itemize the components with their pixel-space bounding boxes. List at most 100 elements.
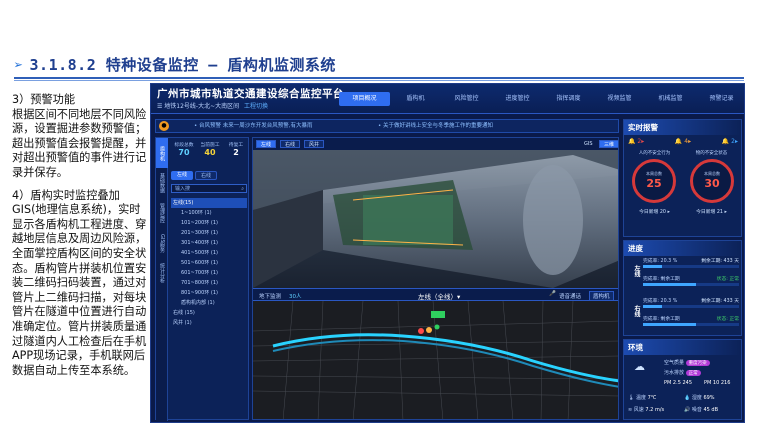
nav-tab-1[interactable]: 盾构机 — [390, 92, 441, 106]
tree-item[interactable]: 盾构机内部 (1) — [171, 298, 247, 308]
tree-item[interactable]: 1~100环 (1) — [171, 208, 247, 218]
environment-title: 环境 — [624, 340, 741, 355]
gauge-things-foot[interactable]: 今日新增 21 ▸ — [684, 208, 739, 215]
alert-message-1[interactable]: • 台风预警 未来一周沙东开发台风预警,有大暴雨 — [194, 120, 313, 132]
search-icon[interactable]: ⌕ — [241, 185, 244, 193]
alarm-count-1[interactable]: 🔔 4▸ — [675, 138, 691, 145]
dashboard-topbar: 广州市城市轨道交通建设综合监控平台 ☰ 地铁12号线-大北~大南区间 工程切换 … — [151, 84, 744, 114]
wind-icon: ≋ — [628, 407, 633, 413]
nav-tab-2[interactable]: 风险管控 — [441, 92, 492, 106]
stat-item: 待复工 2 — [223, 141, 249, 157]
heading-underline — [14, 77, 744, 79]
viewer-toolbar: 左线 右线 风井 GIS 三维 — [253, 138, 618, 150]
gauge-people-value: 25 — [646, 177, 662, 190]
vertical-tab-0[interactable]: 盾构机 — [156, 138, 168, 168]
slide: ➢ 3.1.8.2 特种设备监控 – 盾构机监测系统 3）预警功能 根据区间不同地… — [0, 0, 760, 433]
line-title[interactable]: 左线（全线）▾ — [418, 291, 460, 301]
nav-tab-5[interactable]: 视频监管 — [594, 92, 645, 106]
gauge-title-things: 物的不安全状态 — [695, 151, 728, 156]
stat-label: 当前施工 — [200, 143, 220, 148]
nav-tab-3[interactable]: 进度管控 — [492, 92, 543, 106]
wind-row: ≋ 风速 7.2 m/s — [628, 407, 665, 413]
tree-item[interactable]: 401~500环 (1) — [171, 248, 247, 258]
line-selector[interactable]: ☰ 地铁12号线-大北~大南区间 工程切换 — [157, 101, 268, 110]
tree-item[interactable]: 601~700环 (1) — [171, 268, 247, 278]
line-switch-button[interactable]: 工程切换 — [244, 103, 268, 110]
tunnel-3d-view[interactable] — [253, 150, 619, 288]
vertical-tab-1[interactable]: 基础数据 — [156, 168, 168, 198]
nav-tab-0[interactable]: 项目概况 — [339, 92, 390, 106]
arrow-icon: ➢ — [14, 56, 24, 74]
alarm-bell-icon: 🔔 — [674, 138, 685, 145]
segment-tree: 左线(15) 1~100环 (1) 101~200环 (1) 201~300环 (1)… — [171, 198, 247, 328]
paragraph-gis: 4）盾构实时监控叠加GIS(地理信息系统)，实时显示各盾构机工程进度、穿越地层信… — [12, 188, 147, 377]
gis-button[interactable]: GIS — [580, 140, 597, 148]
progress-title: 进度 — [624, 241, 741, 256]
gauge-people-foot[interactable]: 今日新增 20 ▸ — [627, 208, 682, 215]
tree-item[interactable]: 301~400环 (1) — [171, 238, 247, 248]
vertical-tab-3[interactable]: GIS服务 — [156, 228, 168, 258]
stat-item: 标段总数 70 — [171, 141, 197, 157]
stat-value: 2 — [233, 148, 239, 157]
nav-tab-4[interactable]: 指挥调度 — [543, 92, 594, 106]
stats-row: 标段总数 70 当前施工 40 待复工 2 — [171, 141, 249, 157]
gauge-title-people: 人的不安全行为 — [638, 151, 671, 156]
progress-section: 进度 左线 完成率: 20.3 % 剩余工期: 433 天完成率: 剩余工期 状态: … — [623, 240, 742, 336]
progress-bar — [643, 283, 739, 286]
thermometer-icon: 🌡 — [628, 395, 635, 401]
progress-side-label: 右线 — [633, 305, 640, 317]
air-quality-row: 空气质量 重度污染 — [664, 359, 710, 366]
gis-map[interactable] — [253, 301, 619, 420]
vertical-tabs: 盾构机 基础数据 管理监控 GIS服务 统计分析 — [156, 138, 168, 421]
viewer-tab-shaft[interactable]: 风井 — [304, 140, 325, 148]
tree-item[interactable]: 201~300环 (1) — [171, 228, 247, 238]
stat-label: 待复工 — [228, 143, 244, 148]
progress-bar — [643, 323, 739, 326]
gauge-people[interactable]: 本周总数 25 — [632, 159, 676, 203]
dashboard-title: 广州市城市轨道交通建设综合监控平台 — [157, 88, 344, 100]
viewer-tab-right[interactable]: 右线 — [280, 140, 301, 148]
alarm-count-0[interactable]: 🔔 2▸ — [628, 138, 644, 145]
pill-left-line[interactable]: 左线 — [171, 171, 193, 180]
underground-count: 30人 — [289, 294, 302, 300]
nav-tab-6[interactable]: 机械监管 — [645, 92, 696, 106]
tree-item[interactable]: 501~600环 (1) — [171, 258, 247, 268]
alarm-bell-icon: 🔔 — [721, 138, 732, 145]
microphone-icon[interactable]: 🎤 — [549, 291, 556, 297]
stat-item: 当前施工 40 — [197, 141, 223, 157]
nav-tab-7[interactable]: 预警记录 — [696, 92, 744, 106]
stat-label: 标段总数 — [174, 143, 194, 148]
3d-button[interactable]: 三维 — [599, 140, 618, 148]
tree-item[interactable]: 右线 (15) — [171, 308, 247, 318]
tree-item[interactable]: 左线(15) — [171, 198, 247, 208]
nav-tabs: 项目概况 盾构机 风险管控 进度管控 指挥调度 视频监管 机械监管 预警记录 — [339, 92, 744, 106]
shield-machine-button[interactable]: 盾构机 — [589, 291, 614, 301]
pill-right-line[interactable]: 右线 — [195, 171, 217, 180]
dashboard-screenshot: 广州市城市轨道交通建设综合监控平台 ☰ 地铁12号线-大北~大南区间 工程切换 … — [150, 83, 745, 423]
progress-side-label: 左线 — [633, 265, 640, 277]
realtime-alarm-section: 实时报警 🔔 2▸ 🔔 4▸ 🔔 2▸ 人的不安全行为 物的不安全状态 本周总数 2… — [623, 119, 742, 237]
right-panel: 实时报警 🔔 2▸ 🔔 4▸ 🔔 2▸ 人的不安全行为 物的不安全状态 本周总数 2… — [623, 119, 742, 420]
viewer-tab-left[interactable]: 左线 — [256, 140, 277, 148]
alarm-count-2[interactable]: 🔔 2▸ — [722, 138, 738, 145]
left-panel: 盾构机 基础数据 管理监控 GIS服务 统计分析 标段总数 70 当前施工 40 待复工 2 左线… — [155, 137, 249, 421]
vertical-tab-2[interactable]: 管理监控 — [156, 198, 168, 228]
air-quality-badge: 重度污染 — [685, 360, 710, 366]
voice-call-label[interactable]: 语音通话 — [559, 292, 581, 300]
progress-row: 完成率: 20.3 % 剩余工期: 433 天 — [643, 297, 739, 309]
tree-item[interactable]: 101~200环 (1) — [171, 218, 247, 228]
humidity-icon: 💧 — [684, 395, 691, 401]
alarm-counts: 🔔 2▸ 🔔 4▸ 🔔 2▸ — [628, 138, 738, 145]
water-row: 污水排放 正常 — [664, 369, 701, 376]
tree-item[interactable]: 801~900环 (1) — [171, 288, 247, 298]
vertical-tab-4[interactable]: 统计分析 — [156, 258, 168, 288]
paragraph-warning: 根据区间不同地层不同风险源，设置掘进参数预警值；超出预警值会报警提醒，并对超出预… — [12, 107, 147, 179]
tree-item[interactable]: 风井 (1) — [171, 318, 247, 328]
environment-section: 环境 ☁ 空气质量 重度污染 污水排放 正常 PM 2.5 245 PM 10 … — [623, 339, 742, 420]
search-input[interactable]: 输入搜 ⌕ — [171, 184, 247, 193]
tree-item[interactable]: 701~800环 (1) — [171, 278, 247, 288]
gauge-things[interactable]: 本周总数 30 — [690, 159, 734, 203]
alert-ticker: ● • 台风预警 未来一周沙东开发台风预警,有大暴雨 • 关于做好讲线上安全与冬… — [155, 119, 619, 133]
water-badge: 正常 — [685, 370, 701, 376]
alert-message-2[interactable]: • 关于做好讲线上安全与冬季施工作的重要通知 — [378, 120, 493, 132]
